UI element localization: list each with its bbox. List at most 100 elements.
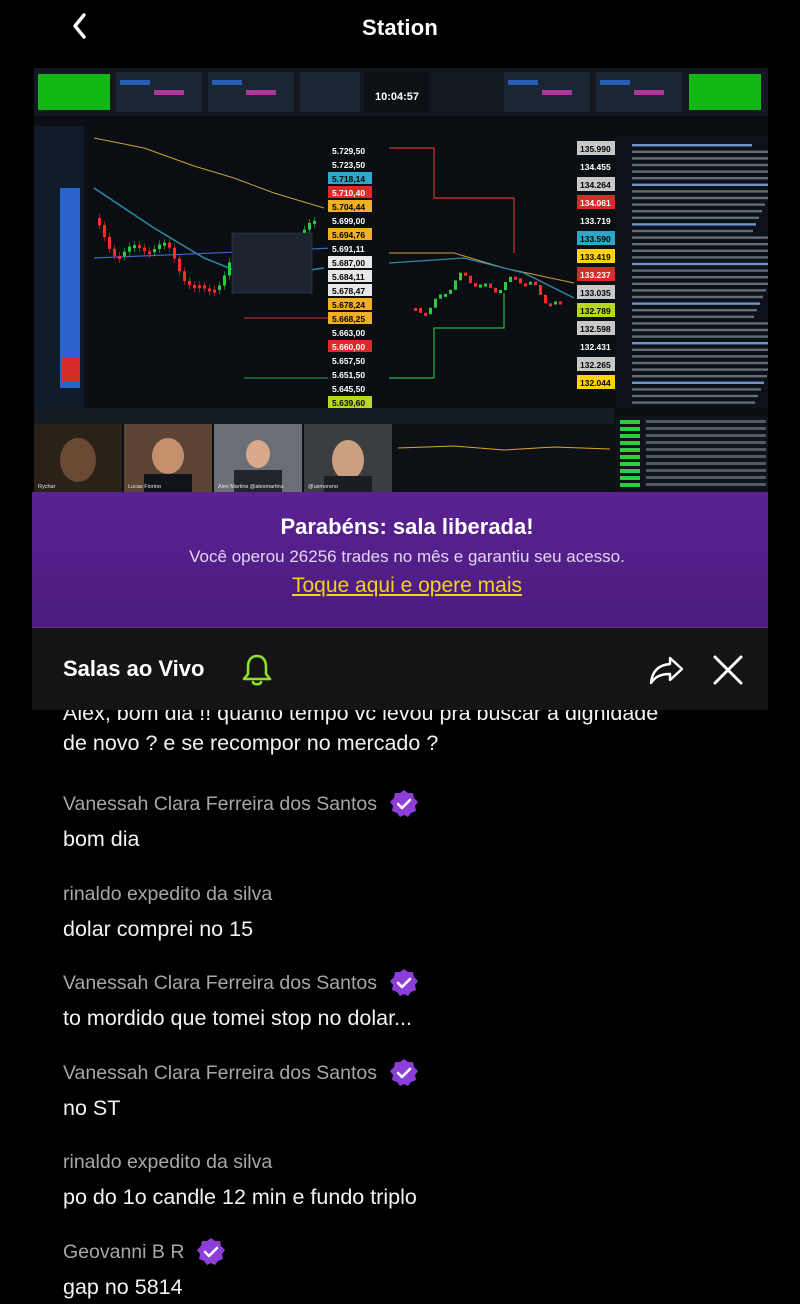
candle [539, 285, 542, 295]
bell-button[interactable] [240, 652, 274, 693]
price-label: 133.590 [580, 234, 611, 244]
price-label: 5.663,00 [332, 328, 365, 338]
price-label: 134.061 [580, 198, 611, 208]
candle [444, 293, 447, 297]
price-label: 133.035 [580, 288, 611, 298]
price-label: 132.044 [580, 378, 611, 388]
verified-icon [389, 968, 419, 998]
message-text: Alex, bom dia !! quanto tempo vc levou p… [63, 710, 659, 725]
price-label: 132.265 [580, 360, 611, 370]
price-label: 133.419 [580, 252, 611, 262]
candle [434, 298, 437, 308]
candle [469, 275, 472, 284]
buy-panel-left [38, 74, 110, 110]
candle [424, 312, 427, 316]
share-button[interactable] [648, 654, 686, 691]
candle [429, 307, 432, 315]
promo-link[interactable]: Toque aqui e opere mais [32, 574, 782, 598]
candle [479, 284, 482, 288]
message-author: rinaldo expedito da silva [63, 880, 272, 908]
price-label: 5.651,50 [332, 370, 365, 380]
rooms-title: Salas ao Vivo [63, 656, 205, 681]
candle [559, 301, 562, 305]
candle [449, 289, 452, 294]
close-button[interactable] [710, 652, 746, 693]
message-text: po do 1o candle 12 min e fundo triplo [63, 1185, 417, 1209]
price-label: 5.687,00 [332, 258, 365, 268]
verified-icon [196, 1237, 226, 1267]
message-text: no ST [63, 1096, 121, 1120]
stream-clock: 10:04:57 [375, 91, 419, 103]
candle [524, 283, 527, 287]
candle [509, 276, 512, 283]
author-name: Vanessah Clara Ferreira dos Santos [63, 792, 377, 815]
author-name: Vanessah Clara Ferreira dos Santos [63, 1061, 377, 1084]
trading-screen-capture: 10:04:57 5.729,50 5.723,50 5.718,14 5.710,4… [34, 68, 782, 492]
price-label: 5.718,14 [332, 174, 365, 184]
price-label: 5.729,50 [332, 146, 365, 156]
price-label: 134.455 [580, 162, 611, 172]
price-label: 5.704,44 [332, 202, 365, 212]
price-label: 133.719 [580, 216, 611, 226]
message-text: bom dia [63, 827, 140, 851]
buy-panel-right [689, 74, 761, 110]
candle [494, 287, 497, 293]
candle [419, 308, 422, 313]
back-button[interactable] [62, 8, 98, 44]
candle [454, 280, 457, 290]
author-name: Vanessah Clara Ferreira dos Santos [63, 971, 377, 994]
chat-feed[interactable]: Alex, bom dia !! quanto tempo vc levou p… [32, 710, 782, 1304]
candle [414, 308, 417, 311]
chat-message: Vanessah Clara Ferreira dos Santos bom d… [63, 790, 419, 854]
live-rooms-bar: Salas ao Vivo [32, 628, 782, 710]
frame-right [768, 0, 800, 1304]
close-icon [713, 655, 743, 685]
message-text: gap no 5814 [63, 1275, 183, 1299]
candle [544, 294, 547, 304]
price-label: 5.723,50 [332, 160, 365, 170]
candle [504, 282, 507, 291]
author-name: rinaldo expedito da silva [63, 1150, 273, 1173]
message-text: de novo ? e se recompor no mercado ? [63, 731, 439, 755]
candle [534, 281, 537, 286]
chat-message: rinaldo expedito da silva po do 1o candl… [63, 1148, 417, 1212]
candle [439, 294, 442, 299]
message-author: Vanessah Clara Ferreira dos Santos [63, 969, 419, 997]
app-screen: Station 10:04:57 5.729,50 5.723,50 5.718… [0, 0, 800, 1304]
candle [554, 301, 557, 305]
share-icon [649, 656, 684, 685]
price-label: 134.264 [580, 180, 611, 190]
verified-icon [389, 1058, 419, 1088]
price-label: 5.639,60 [332, 398, 365, 408]
price-label: 133.237 [580, 270, 611, 280]
message-author: Vanessah Clara Ferreira dos Santos [63, 1059, 419, 1087]
chat-message: rinaldo expedito da silva dolar comprei … [63, 880, 272, 944]
candle [549, 303, 552, 307]
message-author: Vanessah Clara Ferreira dos Santos [63, 790, 419, 818]
candle [484, 283, 487, 287]
price-label: 5.668,25 [332, 314, 365, 324]
live-stream-video[interactable]: 10:04:57 5.729,50 5.723,50 5.718,14 5.710,4… [34, 68, 782, 492]
verified-icon [389, 789, 419, 819]
candle [459, 272, 462, 281]
price-label: 5.694,76 [332, 230, 365, 240]
price-label: 5.657,50 [332, 356, 365, 366]
promo-title: Parabéns: sala liberada! [280, 514, 534, 539]
price-label: 132.431 [580, 342, 611, 352]
top-bar: Station [0, 0, 800, 56]
candle [464, 272, 467, 276]
price-label: 5.684,11 [332, 272, 365, 282]
participant-name: @usmoreno [308, 484, 338, 490]
price-label: 5.660,00 [332, 342, 365, 352]
price-label: 5.678,24 [332, 300, 365, 310]
candle [499, 290, 502, 294]
webcam-strip [34, 424, 392, 492]
price-label: 5.645,50 [332, 384, 365, 394]
participant-name: Lucas Fiorino [128, 484, 161, 490]
page-title: Station [362, 15, 438, 40]
author-name: rinaldo expedito da silva [63, 882, 273, 905]
message-author: Geovanni B R [63, 1238, 226, 1266]
price-label: 135.990 [580, 144, 611, 154]
chat-message: Geovanni B R gap no 5814 [63, 1238, 226, 1302]
participant-name: Alex Martins @alexmartins [218, 484, 284, 490]
